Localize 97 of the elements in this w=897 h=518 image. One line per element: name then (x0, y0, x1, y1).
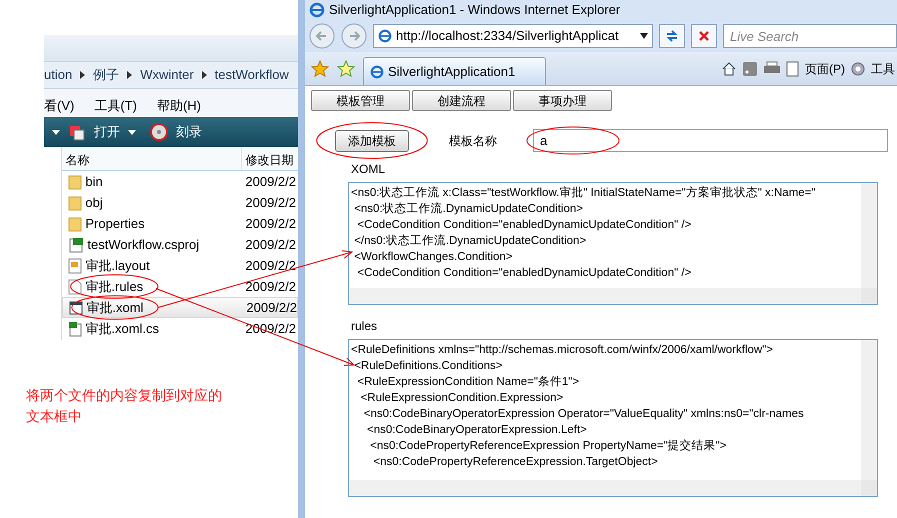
page-menu[interactable]: 页面(P) (805, 60, 845, 78)
gear-icon (850, 61, 866, 77)
toolbar-button[interactable]: 刻录 (176, 122, 202, 142)
dropdown-caret-icon[interactable] (52, 130, 60, 134)
window-title: SilverlightApplication1 - Windows Internet Explorer (329, 1, 620, 20)
code-line: <ns0:CodePropertyReferenceExpression.TargetObject> (372, 455, 659, 470)
breadcrumb-arrow-icon[interactable] (80, 71, 86, 79)
rules-label: rules (351, 319, 378, 333)
horizontal-scrollbar[interactable] (349, 288, 861, 304)
xoml-label: XOML (351, 162, 386, 176)
column-header[interactable]: 名称 (62, 147, 242, 170)
code-line: <ns0:CodeBinaryOperatorExpression.Left> (366, 423, 588, 438)
file-date: 2009/2/2 (244, 214, 296, 233)
rules-text-area[interactable] (348, 339, 878, 497)
breadcrumb-arrow-icon[interactable] (202, 71, 207, 79)
breadcrumb-item[interactable]: Wxwinter (140, 65, 194, 85)
code-line: </ns0:状态工作流.DynamicUpdateCondition> (353, 233, 588, 249)
menu-item[interactable]: 工具(T) (94, 96, 137, 116)
breadcrumb-item[interactable]: ution (44, 65, 72, 85)
file-row[interactable]: testWorkflow.csproj 2009/2/2 (62, 234, 298, 255)
folder-icon (68, 174, 82, 190)
code-line: <CodeCondition Condition="enabledDynamicUpdateCondition" /> (356, 266, 692, 281)
template-name-label: 模板名称 (449, 132, 497, 150)
code-line: <RuleExpressionCondition.Expression> (360, 391, 564, 406)
file-row[interactable]: Properties 2009/2/2 (62, 213, 298, 234)
file-row[interactable]: obj 2009/2/2 (62, 192, 298, 213)
folder-icon (68, 216, 82, 232)
nav-button[interactable]: 事项办理 (513, 90, 612, 111)
browser-logo-icon (309, 2, 325, 18)
refresh-icon (665, 29, 679, 43)
stop-button[interactable] (691, 24, 717, 48)
project-file-icon (68, 236, 84, 252)
column-header[interactable]: 修改日期 (242, 147, 296, 170)
page-icon (786, 61, 800, 77)
layout-file-icon (68, 258, 82, 274)
code-line: <RuleDefinitions.Conditions> (353, 359, 504, 374)
xoml-text-area[interactable] (348, 182, 878, 305)
scrollbar-corner (861, 288, 877, 304)
annotation-note: 将两个文件的内容复制到对应的文本框中 (26, 386, 223, 426)
refresh-button[interactable] (659, 24, 685, 48)
file-row[interactable]: 审批.xoml 2009/2/2 (62, 297, 298, 318)
code-line: <ns0:CodeBinaryOperatorExpression Operator="ValueEquality" xmlns:ns0="clr-names (362, 407, 805, 422)
favorites-star-icon[interactable] (311, 60, 329, 78)
menu-item[interactable]: 帮助(H) (156, 96, 201, 116)
code-line: <ns0:状态工作流.DynamicUpdateCondition> (353, 201, 584, 217)
vertical-scrollbar[interactable] (861, 340, 877, 480)
vertical-scrollbar[interactable] (861, 183, 877, 288)
file-date: 2009/2/2 (244, 236, 296, 254)
add-favorite-icon[interactable] (337, 60, 355, 78)
file-name: 审批.rules (85, 279, 144, 294)
open-icon (68, 123, 86, 141)
scrollbar-corner (861, 480, 877, 496)
code-line: <WorkflowChanges.Condition> (353, 250, 514, 265)
file-date: 2009/2/2 (244, 256, 296, 275)
file-name: 审批.layout (85, 258, 150, 273)
breadcrumb-item[interactable]: testWorkflow (214, 65, 289, 85)
browser-tab[interactable]: SilverlightApplication1 (363, 57, 546, 85)
file-name: testWorkflow.csproj (87, 237, 200, 252)
file-date: 2009/2/2 (245, 298, 297, 317)
file-row[interactable]: bin 2009/2/2 (62, 171, 298, 192)
folder-icon (68, 194, 82, 210)
menu-item[interactable]: 看(V) (44, 96, 74, 116)
file-row[interactable]: 审批.rules 2009/2/2 (62, 276, 298, 297)
dropdown-caret-icon[interactable] (128, 130, 136, 134)
file-row[interactable]: 审批.layout 2009/2/2 (62, 255, 298, 276)
nav-button[interactable]: 模板管理 (311, 90, 410, 111)
browser-logo-icon (370, 64, 384, 78)
horizontal-scrollbar[interactable] (349, 480, 861, 496)
file-date: 2009/2/2 (244, 194, 296, 212)
code-line: <ns0:状态工作流 x:Class="testWorkflow.审批" InitialStateName="方案审批状态" x:Name=" (351, 185, 816, 201)
file-name: bin (85, 174, 103, 189)
file-name: 审批.xoml.cs (85, 321, 160, 336)
code-line: <CodeCondition Condition="enabledDynamicUpdateCondition" /> (356, 218, 692, 233)
file-name: 审批.xoml (86, 300, 144, 315)
disc-icon (150, 123, 168, 141)
home-icon[interactable] (721, 61, 737, 77)
close-icon (698, 30, 710, 42)
toolbar-button[interactable]: 打开 (94, 122, 120, 142)
feed-icon[interactable] (742, 61, 758, 77)
breadcrumb-item[interactable]: 例子 (93, 65, 120, 85)
file-date: 2009/2/2 (244, 172, 296, 191)
file-name: Properties (85, 216, 145, 231)
template-name-field[interactable]: a (533, 129, 888, 152)
nav-button[interactable]: 创建流程 (412, 90, 511, 111)
dropdown-caret-icon[interactable] (640, 33, 648, 39)
tools-menu[interactable]: 工具 (871, 60, 895, 78)
file-date: 2009/2/2 (244, 278, 296, 296)
file-name: obj (85, 195, 103, 210)
browser-logo-icon (378, 29, 392, 43)
breadcrumb-arrow-icon[interactable] (127, 71, 132, 79)
code-line: <RuleExpressionCondition Name="条件1"> (356, 374, 580, 390)
code-line: <ns0:CodePropertyReferenceExpression PropertyName="提交结果"> (369, 438, 728, 454)
address-bar[interactable]: http://localhost:2334/SilverlightApplicat (373, 24, 653, 48)
code-line: <RuleDefinitions xmlns="http://schemas.microsoft.com/winfx/2006/xaml/workflow"> (351, 343, 774, 358)
code-file-icon (68, 320, 82, 336)
add-template-button[interactable]: 添加模板 (335, 130, 409, 152)
search-field[interactable]: Live Search (723, 24, 897, 48)
